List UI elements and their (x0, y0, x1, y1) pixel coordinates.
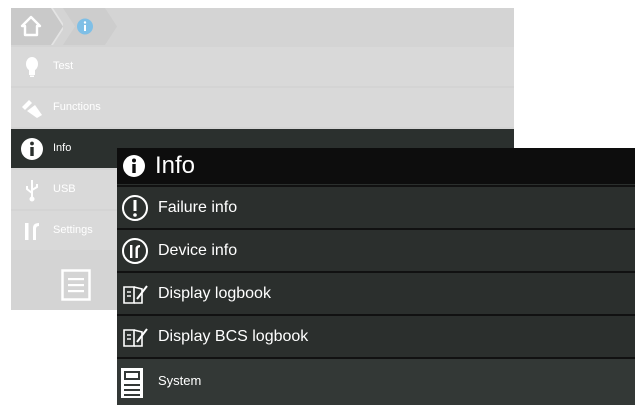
device-tools-circle-icon (121, 237, 149, 265)
menu-item-label: Test (53, 60, 74, 72)
item-label: Display logbook (158, 285, 271, 302)
display-bcs-logbook-item[interactable]: Display BCS logbook (117, 314, 635, 357)
info-icon (77, 18, 93, 35)
device-info-item[interactable]: Device info (117, 228, 635, 271)
system-device-icon (120, 367, 148, 398)
menu-item-label: Functions (53, 101, 101, 113)
system-item[interactable]: System (117, 357, 635, 405)
item-label: Failure info (158, 199, 238, 216)
usb-icon (19, 177, 45, 203)
tools-icon (19, 95, 45, 121)
wrench-icon (19, 218, 45, 244)
menu-item-test[interactable]: Test (11, 47, 514, 86)
logbook-icon (121, 323, 149, 351)
menu-list-icon[interactable] (61, 269, 91, 301)
lightbulb-icon (19, 54, 45, 80)
panel-header: Info (117, 148, 635, 184)
display-logbook-item[interactable]: Display logbook (117, 271, 635, 314)
breadcrumb (11, 8, 514, 45)
logbook-icon (121, 280, 149, 308)
info-panel: Info Failure info Device info Display lo… (117, 148, 635, 405)
exclamation-circle-icon (121, 194, 149, 222)
breadcrumb-info[interactable] (63, 8, 119, 45)
page-title: Info (155, 152, 196, 179)
menu-item-label: Info (53, 142, 72, 154)
item-label: Display BCS logbook (158, 328, 309, 345)
menu-item-functions[interactable]: Functions (11, 88, 514, 127)
menu-item-label: Settings (53, 224, 93, 236)
info-icon (122, 154, 146, 178)
info-icon (19, 136, 45, 162)
menu-item-label: USB (53, 183, 76, 195)
item-label: Device info (158, 242, 238, 259)
breadcrumb-home[interactable] (11, 8, 63, 45)
item-label: System (158, 373, 202, 388)
failure-info-item[interactable]: Failure info (117, 185, 635, 228)
